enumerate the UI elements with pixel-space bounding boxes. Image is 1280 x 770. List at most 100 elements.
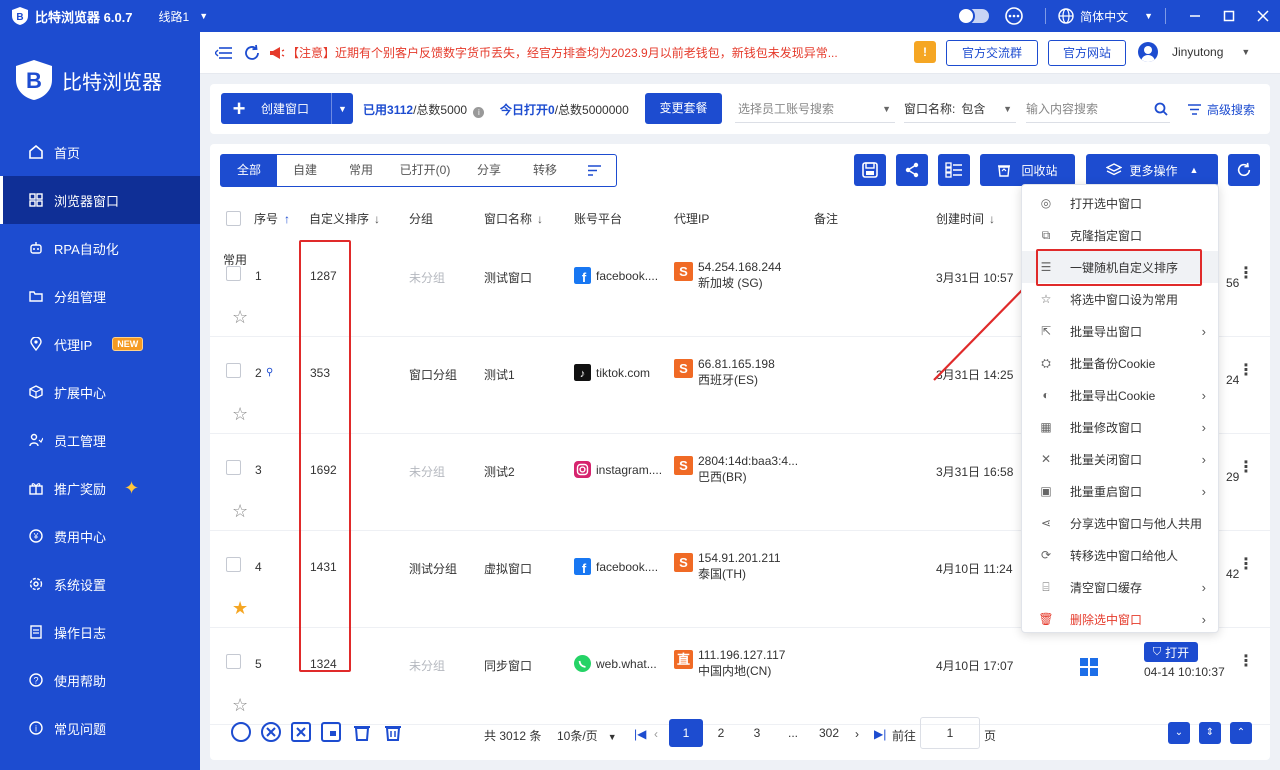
support-icon[interactable]	[1003, 6, 1025, 26]
more-vertical-icon[interactable]: ⋮	[1238, 460, 1254, 476]
list-view-icon-button[interactable]	[938, 154, 970, 186]
info-icon[interactable]: i	[473, 107, 485, 118]
menu-item-6[interactable]: ◐ 批量导出Cookie ›	[1022, 379, 1218, 411]
menu-item-1[interactable]: ⧉ 克隆指定窗口	[1022, 219, 1218, 251]
row-window-name[interactable]: 虚拟窗口	[484, 560, 532, 577]
sidebar-item-10[interactable]: 操作日志	[0, 608, 200, 656]
create-dropdown-caret-icon[interactable]: ▼	[331, 93, 353, 124]
collapse-menu-icon[interactable]	[215, 46, 233, 60]
official-site-button[interactable]: 官方网站	[1048, 40, 1126, 66]
row-window-name[interactable]: 测试窗口	[484, 269, 532, 286]
advanced-search-button[interactable]: 高级搜索	[1188, 101, 1255, 118]
open-window-button[interactable]: ⛉ 打开	[1144, 642, 1198, 662]
more-vertical-icon[interactable]: ⋮	[1238, 363, 1254, 379]
col-custom-sort[interactable]: 自定义排序 ↓	[309, 210, 380, 227]
row-checkbox[interactable]	[226, 557, 241, 572]
select-all-checkbox[interactable]	[226, 211, 241, 226]
menu-item-12[interactable]: ⌸ 清空窗口缓存 ›	[1022, 571, 1218, 603]
user-menu[interactable]: Jinyutong ▼	[1138, 42, 1250, 62]
sidebar-item-0[interactable]: 首页	[0, 128, 200, 176]
menu-item-0[interactable]: ◎ 打开选中窗口	[1022, 187, 1218, 219]
maximize-button[interactable]	[1212, 0, 1246, 32]
theme-toggle[interactable]	[957, 7, 990, 25]
create-window-button[interactable]: + 创建窗口 ▼	[221, 93, 353, 124]
menu-item-5[interactable]: ⛭ 批量备份Cookie	[1022, 347, 1218, 379]
open-all-icon[interactable]	[231, 722, 251, 742]
close-window-button[interactable]	[1246, 0, 1280, 32]
tab-4[interactable]: 分享	[461, 155, 517, 186]
menu-item-4[interactable]: ⇱ 批量导出窗口 ›	[1022, 315, 1218, 347]
page-button[interactable]: ...	[776, 719, 810, 747]
row-platform[interactable]: f facebook....	[574, 558, 658, 575]
favorite-star-icon[interactable]: ☆	[232, 502, 248, 520]
page-button[interactable]: 302	[812, 719, 846, 747]
tab-5[interactable]: 转移	[517, 155, 573, 186]
minimize-button[interactable]	[1178, 0, 1212, 32]
employee-select[interactable]: 选择员工账号搜索 ▼	[735, 95, 895, 123]
line-selector[interactable]: 线路1 ▼	[159, 8, 209, 25]
menu-item-11[interactable]: ⟳ 转移选中窗口给他人	[1022, 539, 1218, 571]
more-actions-button[interactable]: 更多操作 ▲	[1086, 154, 1218, 186]
row-window-name[interactable]: 测试1	[484, 366, 515, 383]
warning-icon[interactable]: !	[914, 41, 936, 63]
refresh-icon[interactable]	[243, 44, 261, 62]
recycle-icon[interactable]	[352, 722, 372, 742]
tab-sort-icon[interactable]	[573, 155, 616, 186]
page-button[interactable]: 2	[704, 719, 738, 747]
language-selector[interactable]: 简体中文	[1080, 8, 1128, 25]
row-checkbox[interactable]	[226, 460, 241, 475]
row-checkbox[interactable]	[226, 266, 241, 281]
sidebar-item-12[interactable]: i 常见问题	[0, 704, 200, 752]
row-platform[interactable]: instagram....	[574, 461, 662, 478]
menu-item-7[interactable]: ▦ 批量修改窗口 ›	[1022, 411, 1218, 443]
row-platform[interactable]: f facebook....	[574, 267, 658, 284]
row-window-name[interactable]: 测试2	[484, 463, 515, 480]
row-window-name[interactable]: 同步窗口	[484, 657, 532, 674]
favorite-star-icon[interactable]: ★	[232, 599, 248, 617]
sidebar-item-6[interactable]: 员工管理	[0, 416, 200, 464]
page-button[interactable]: 3	[740, 719, 774, 747]
tab-0[interactable]: 全部	[221, 155, 277, 186]
page-size-select[interactable]: 10条/页 ▼	[557, 727, 617, 744]
save-icon-button[interactable]	[854, 154, 886, 186]
sidebar-item-5[interactable]: 扩展中心	[0, 368, 200, 416]
official-group-button[interactable]: 官方交流群	[946, 40, 1038, 66]
page-button[interactable]: 1	[669, 719, 703, 747]
search-input[interactable]: 输入内容搜索	[1026, 95, 1170, 123]
refresh-list-button[interactable]	[1228, 154, 1260, 186]
sidebar-item-8[interactable]: ¥ 费用中心	[0, 512, 200, 560]
menu-item-10[interactable]: ⋖ 分享选中窗口与他人共用	[1022, 507, 1218, 539]
last-page-icon[interactable]: ▶|	[874, 727, 886, 741]
close-selected-icon[interactable]	[291, 722, 311, 742]
more-vertical-icon[interactable]: ⋮	[1238, 654, 1254, 670]
col-seq[interactable]: 序号 ↑	[254, 210, 290, 227]
menu-item-9[interactable]: ▣ 批量重启窗口 ›	[1022, 475, 1218, 507]
sidebar-item-3[interactable]: 分组管理	[0, 272, 200, 320]
filter-field-select[interactable]: 窗口名称: 包含 ▼	[904, 95, 1016, 123]
collapse-down-button[interactable]: ⌄	[1168, 722, 1190, 744]
sidebar-item-2[interactable]: RPA自动化	[0, 224, 200, 272]
sidebar-item-1[interactable]: 浏览器窗口	[0, 176, 200, 224]
row-checkbox[interactable]	[226, 654, 241, 669]
menu-item-3[interactable]: ☆ 将选中窗口设为常用	[1022, 283, 1218, 315]
menu-item-13[interactable]: 🗑 删除选中窗口 ›	[1022, 603, 1218, 635]
favorite-star-icon[interactable]: ☆	[232, 696, 248, 714]
favorite-star-icon[interactable]: ☆	[232, 405, 248, 423]
tab-3[interactable]: 已打开(0)	[389, 155, 461, 186]
expand-collapse-button[interactable]: ⇕	[1199, 722, 1221, 744]
recycle-bin-button[interactable]: 回收站	[980, 154, 1075, 186]
col-created[interactable]: 创建时间 ↓	[936, 210, 995, 227]
change-plan-button[interactable]: 变更套餐	[645, 93, 722, 124]
trash-icon[interactable]	[383, 722, 403, 742]
more-vertical-icon[interactable]: ⋮	[1238, 557, 1254, 573]
search-icon[interactable]	[1154, 102, 1168, 116]
prev-page-icon[interactable]: ‹	[654, 727, 658, 741]
share-icon-button[interactable]	[896, 154, 928, 186]
menu-item-8[interactable]: ✕ 批量关闭窗口 ›	[1022, 443, 1218, 475]
sidebar-item-9[interactable]: 系统设置	[0, 560, 200, 608]
favorite-star-icon[interactable]: ☆	[232, 308, 248, 326]
next-page-icon[interactable]: ›	[855, 727, 859, 741]
window-icon[interactable]	[321, 722, 341, 742]
more-vertical-icon[interactable]: ⋮	[1238, 266, 1254, 282]
first-page-icon[interactable]: |◀	[634, 727, 646, 741]
